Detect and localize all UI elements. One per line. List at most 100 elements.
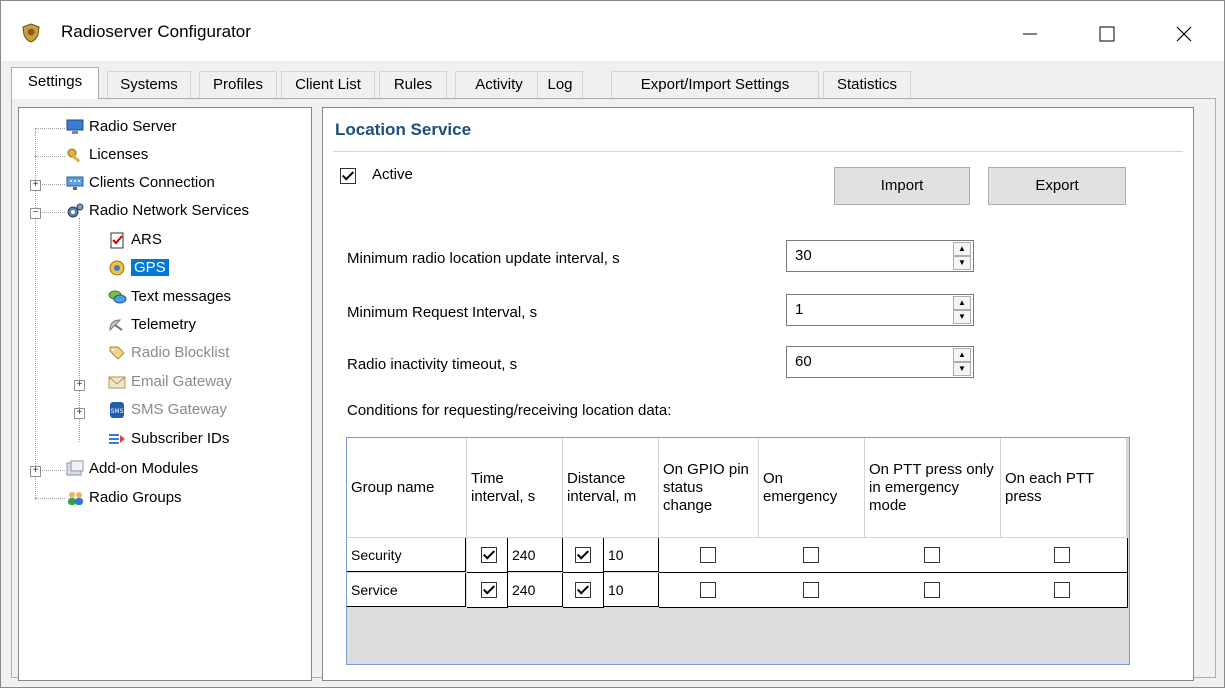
spin-down-button[interactable]: ▼ [953, 362, 971, 376]
expand-toggle[interactable]: + [30, 466, 41, 477]
tree-item-radio-groups[interactable]: Radio Groups [65, 486, 182, 510]
tab-profiles[interactable]: Profiles [199, 71, 277, 98]
export-button[interactable]: Export [988, 167, 1126, 205]
spin-down-button[interactable]: ▼ [953, 256, 971, 270]
tree-item-telemetry[interactable]: Telemetry [107, 313, 196, 337]
gears-icon [67, 203, 84, 218]
spin-up-button[interactable]: ▲ [953, 296, 971, 310]
tab-settings[interactable]: Settings [11, 67, 99, 99]
maximize-icon [1099, 26, 1115, 42]
time-interval-checkbox[interactable] [481, 582, 497, 598]
table-cell-gpio[interactable] [659, 538, 760, 573]
tree-item-text-messages[interactable]: Text messages [107, 285, 231, 309]
min-request-interval-input[interactable]: 1 ▲ ▼ [786, 294, 974, 326]
tab-activity[interactable]: Activity [455, 71, 543, 98]
tab-systems[interactable]: Systems [107, 71, 191, 98]
each-ptt-checkbox[interactable] [1054, 547, 1070, 563]
table-cell-ptt-emergency[interactable] [865, 573, 1002, 608]
emergency-checkbox[interactable] [803, 547, 819, 563]
table-cell-distance[interactable]: 10 [604, 573, 659, 607]
app-logo-icon [22, 23, 40, 43]
table-cell-group[interactable]: Security [347, 538, 466, 572]
ptt-emergency-checkbox[interactable] [924, 547, 940, 563]
settings-tree[interactable]: + − + + + Radio Server Licenses Clients … [18, 107, 312, 681]
min-update-interval-input[interactable]: 30 ▲ ▼ [786, 240, 974, 272]
column-header-gpio[interactable]: On GPIO pin status change [659, 438, 759, 538]
gpio-checkbox[interactable] [700, 582, 716, 598]
tree-connector [35, 156, 65, 157]
clipboard-check-icon [110, 232, 124, 249]
subscriber-list-icon [109, 434, 125, 445]
spin-up-button[interactable]: ▲ [953, 348, 971, 362]
ptt-emergency-checkbox[interactable] [924, 582, 940, 598]
expand-toggle[interactable]: + [74, 408, 85, 419]
sms-icon: SMS [110, 402, 124, 419]
table-cell-ptt-emergency[interactable] [865, 538, 1002, 573]
table-cell-group[interactable]: Service [347, 573, 466, 607]
tree-item-radio-blocklist[interactable]: Radio Blocklist [107, 341, 229, 365]
tree-item-radio-network-services[interactable]: Radio Network Services [65, 199, 249, 223]
page-title: Location Service [335, 120, 472, 139]
table-cell-each-ptt[interactable] [1001, 573, 1128, 608]
tree-item-gps[interactable]: GPS [107, 256, 169, 280]
tab-log[interactable]: Log [537, 71, 583, 98]
users-group-icon [68, 492, 83, 506]
each-ptt-checkbox[interactable] [1054, 582, 1070, 598]
tree-item-email-gateway[interactable]: Email Gateway [107, 370, 232, 394]
table-cell-distance[interactable]: 10 [604, 538, 659, 572]
tab-export-import-settings[interactable]: Export/Import Settings [611, 71, 819, 98]
expand-toggle[interactable]: + [30, 180, 41, 191]
column-header-time-interval[interactable]: Time interval, s [467, 438, 563, 538]
gpio-checkbox[interactable] [700, 547, 716, 563]
table-cell-time[interactable]: 240 [508, 573, 563, 607]
tree-item-addon-modules[interactable]: Add-on Modules [65, 457, 198, 481]
tree-item-clients-connection[interactable]: Clients Connection [65, 171, 215, 195]
column-header-distance-interval[interactable]: Distance interval, m [563, 438, 659, 538]
column-header-group-name[interactable]: Group name [347, 438, 467, 538]
tree-item-subscriber-ids[interactable]: Subscriber IDs [107, 427, 229, 451]
close-icon [1176, 26, 1192, 42]
inactivity-timeout-input[interactable]: 60 ▲ ▼ [786, 346, 974, 378]
tab-client-list[interactable]: Client List [281, 71, 375, 98]
table-cell-distance-toggle[interactable] [563, 573, 604, 608]
window-title: Radioserver Configurator [61, 22, 251, 41]
time-interval-checkbox[interactable] [481, 547, 497, 563]
distance-interval-checkbox[interactable] [575, 547, 591, 563]
emergency-checkbox[interactable] [803, 582, 819, 598]
spin-down-button[interactable]: ▼ [953, 310, 971, 324]
chat-bubbles-icon [108, 290, 127, 304]
close-button[interactable] [1161, 11, 1207, 57]
import-button[interactable]: Import [834, 167, 970, 205]
min-request-interval-label: Minimum Request Interval, s [347, 304, 538, 321]
column-header-each-ptt[interactable]: On each PTT press [1001, 438, 1127, 538]
table-cell-gpio[interactable] [659, 573, 760, 608]
collapse-toggle[interactable]: − [30, 208, 41, 219]
tree-item-ars[interactable]: ARS [107, 228, 162, 252]
distance-interval-checkbox[interactable] [575, 582, 591, 598]
tab-statistics[interactable]: Statistics [823, 71, 911, 98]
key-icon [67, 148, 81, 163]
spin-up-button[interactable]: ▲ [953, 242, 971, 256]
active-checkbox[interactable] [340, 168, 356, 184]
table-cell-emergency[interactable] [759, 573, 866, 608]
min-update-interval-label: Minimum radio location update interval, … [347, 250, 620, 267]
column-header-emergency[interactable]: On emergency [759, 438, 865, 538]
table-cell-time-toggle[interactable] [467, 573, 508, 608]
tree-item-sms-gateway[interactable]: SMS SMS Gateway [107, 398, 227, 422]
maximize-button[interactable] [1084, 11, 1130, 57]
table-cell-emergency[interactable] [759, 538, 866, 573]
satellite-dish-icon [109, 319, 123, 332]
envelope-icon [108, 376, 126, 389]
table-cell-time[interactable]: 240 [508, 538, 563, 572]
table-cell-each-ptt[interactable] [1001, 538, 1128, 573]
table-cell-distance-toggle[interactable] [563, 538, 604, 573]
title-bar: Radioserver Configurator [1, 1, 1224, 61]
inactivity-timeout-label: Radio inactivity timeout, s [347, 356, 518, 373]
tab-rules[interactable]: Rules [379, 71, 447, 98]
tree-item-licenses[interactable]: Licenses [65, 143, 148, 167]
minimize-button[interactable] [1007, 11, 1053, 57]
tree-item-radio-server[interactable]: Radio Server [65, 115, 177, 139]
table-cell-time-toggle[interactable] [467, 538, 508, 573]
expand-toggle[interactable]: + [74, 380, 85, 391]
column-header-ptt-emergency[interactable]: On PTT press only in emergency mode [865, 438, 1001, 538]
